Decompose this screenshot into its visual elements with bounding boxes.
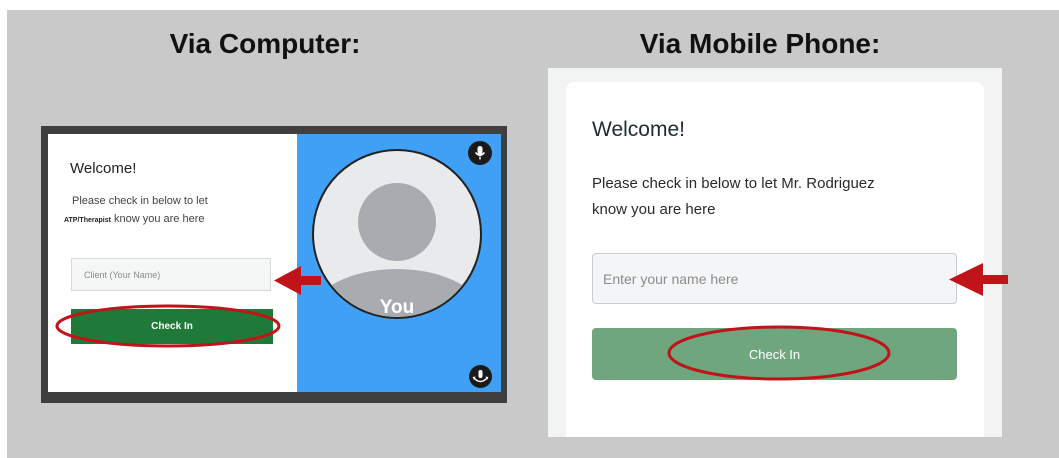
desktop-checkin-button[interactable]: Check In [71,309,273,344]
avatar-head [358,183,436,261]
mobile-checkin-button[interactable]: Check In [592,328,957,380]
desktop-instruction-rest: know you are here [114,213,205,225]
desktop-instruction-line2: ATP/Therapist know you are here [64,213,205,225]
mobile-welcome-title: Welcome! [592,118,685,141]
desktop-welcome-title: Welcome! [70,160,137,177]
rotate-camera-icon [472,370,489,383]
screenshot-canvas: Via Computer: Via Mobile Phone: Welcome!… [0,0,1059,458]
via-computer-heading: Via Computer: [169,28,361,59]
desktop-instruction-line1: Please check in below to let [72,195,208,207]
mobile-instruction-line1: Please check in below to let Mr. Rodrigu… [592,175,875,192]
via-mobile-heading: Via Mobile Phone: [639,28,881,59]
mobile-name-input[interactable] [592,253,957,304]
desktop-name-input[interactable] [71,258,271,291]
therapist-name: ATP/Therapist [64,217,111,224]
mic-button[interactable] [468,141,492,165]
microphone-icon [474,146,486,160]
mobile-instruction-line2: know you are here [592,201,716,218]
self-video-avatar: You [312,149,482,319]
avatar-label: You [379,297,415,318]
rotate-camera-button[interactable] [469,365,492,388]
